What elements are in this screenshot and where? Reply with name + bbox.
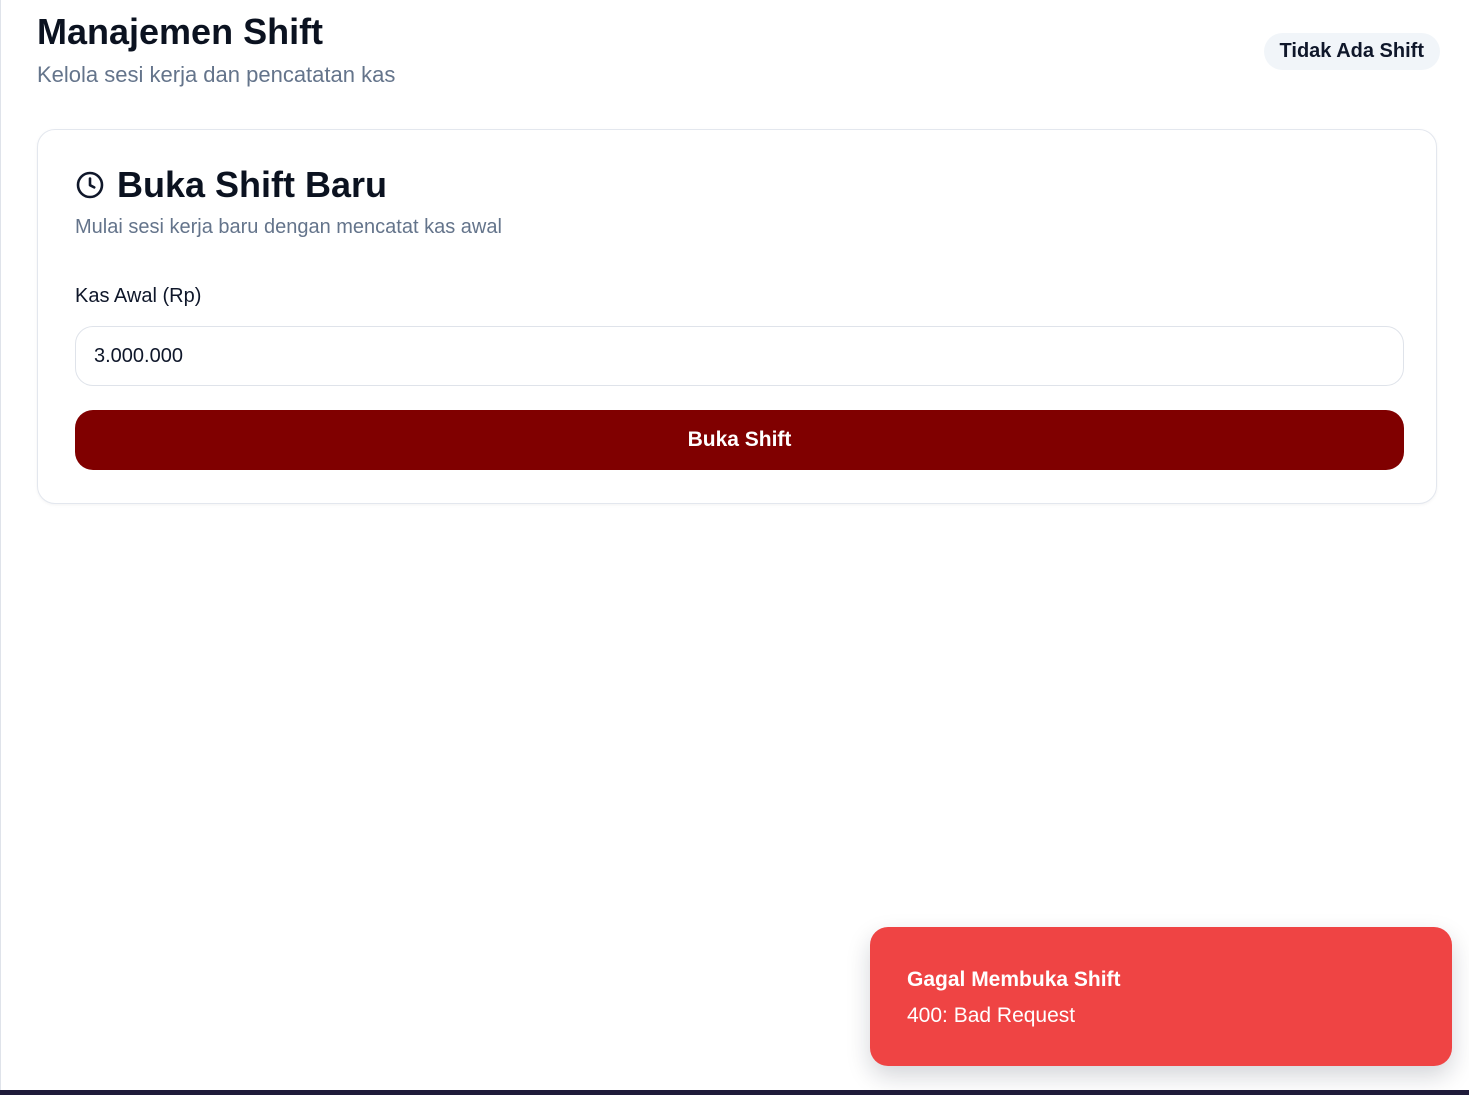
card-heading: Buka Shift Baru <box>75 163 387 207</box>
initial-cash-input[interactable] <box>75 326 1404 386</box>
open-shift-title: Buka Shift Baru <box>117 164 388 205</box>
open-shift-card: Buka Shift Baru Mulai sesi kerja baru de… <box>37 129 1437 504</box>
page-title: Manajemen Shift <box>37 11 324 52</box>
bottom-edge-bar <box>0 1090 1469 1095</box>
left-border-divider <box>0 0 1 1090</box>
clock-icon <box>75 170 105 200</box>
page-subtitle: Kelola sesi kerja dan pencatatan kas <box>37 62 396 87</box>
cash-label: Kas Awal (Rp) <box>75 285 202 307</box>
toast-title: Gagal Membuka Shift <box>907 968 1121 991</box>
toast-message: 400: Bad Request <box>907 1004 1076 1027</box>
shift-status-badge: Tidak Ada Shift <box>1263 33 1440 70</box>
error-toast: Gagal Membuka Shift 400: Bad Request <box>870 927 1452 1066</box>
open-shift-description: Mulai sesi kerja baru dengan mencatat ka… <box>75 216 502 238</box>
open-shift-button[interactable]: Buka Shift <box>75 410 1404 470</box>
